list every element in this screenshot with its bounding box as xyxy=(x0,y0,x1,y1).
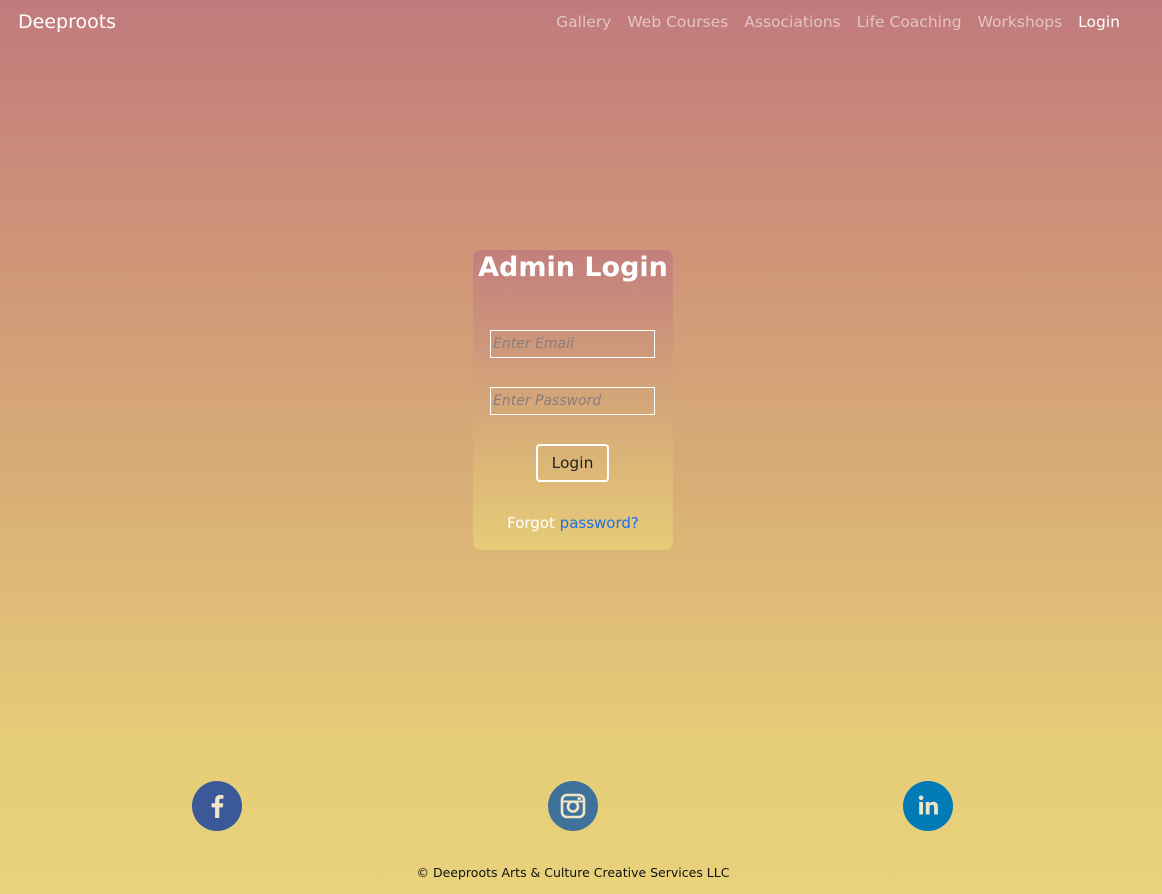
footer-copyright: © Deeproots Arts & Culture Creative Serv… xyxy=(416,865,730,880)
instagram-icon xyxy=(560,793,586,819)
facebook-icon xyxy=(211,794,224,818)
admin-login-card: Admin Login Login Forgot password? xyxy=(473,250,673,550)
nav-link-web-courses[interactable]: Web Courses xyxy=(627,13,728,31)
login-title: Admin Login xyxy=(478,252,668,283)
linkedin-button[interactable] xyxy=(903,781,953,831)
login-button[interactable]: Login xyxy=(536,444,609,482)
nav-link-workshops[interactable]: Workshops xyxy=(978,13,1063,31)
nav-link-login[interactable]: Login xyxy=(1078,13,1120,31)
email-field[interactable] xyxy=(490,330,655,358)
nav-links: Gallery Web Courses Associations Life Co… xyxy=(556,13,1120,31)
forgot-password-row: Forgot password? xyxy=(473,514,673,532)
forgot-password-link[interactable]: password? xyxy=(560,514,639,532)
brand-link[interactable]: Deeproots xyxy=(18,11,116,33)
top-navbar: Deeproots Gallery Web Courses Associatio… xyxy=(0,0,1162,46)
linkedin-icon xyxy=(918,795,938,815)
facebook-button[interactable] xyxy=(192,781,242,831)
instagram-button[interactable] xyxy=(548,781,598,831)
nav-link-gallery[interactable]: Gallery xyxy=(556,13,611,31)
password-field[interactable] xyxy=(490,387,655,415)
nav-link-associations[interactable]: Associations xyxy=(744,13,840,31)
forgot-text: Forgot xyxy=(507,514,555,532)
nav-link-life-coaching[interactable]: Life Coaching xyxy=(857,13,962,31)
